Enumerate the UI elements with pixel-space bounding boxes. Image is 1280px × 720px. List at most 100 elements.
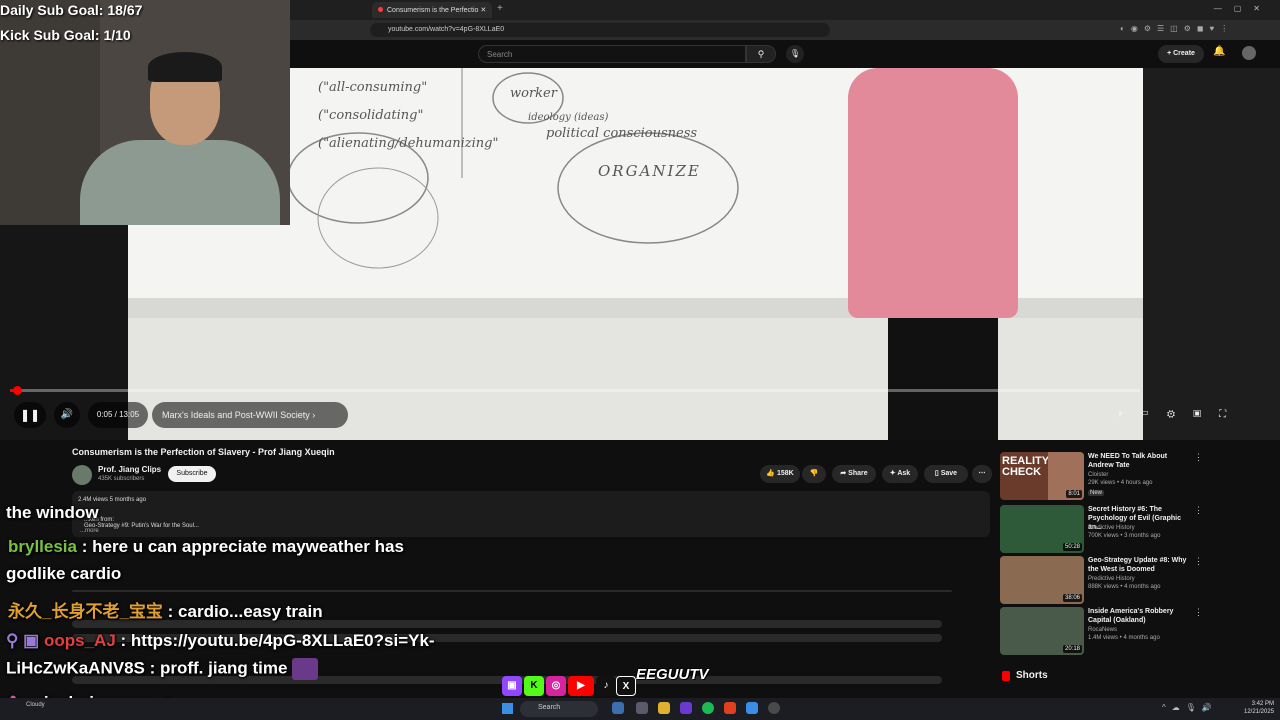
file-explorer-icon[interactable] [658, 702, 670, 714]
task-view-icon[interactable] [612, 702, 624, 714]
chat-line: godlike cardio [6, 564, 121, 584]
share-label: Share [848, 470, 868, 477]
description-box[interactable] [72, 491, 990, 537]
chat-line: LiHcZwKaANV8S : proff. jiang time [6, 658, 319, 680]
pause-button[interactable]: ❚❚ [14, 402, 46, 428]
url-field[interactable]: youtube.com/watch?v=4pG-8XLLaE0 [370, 23, 830, 37]
linked-video[interactable]: Geo-Strategy #9: Putin's War for the Sou… [84, 523, 199, 529]
playhead[interactable] [13, 386, 22, 395]
windows-start-icon[interactable] [502, 703, 513, 714]
recommendation-channel[interactable]: Cloister [1088, 472, 1108, 478]
youtube-header [290, 40, 1280, 68]
extensions-icon[interactable]: ◐◉⚙☰◫⚙◼♥⋮ [1120, 24, 1234, 33]
shorts-icon [1002, 671, 1010, 681]
recommendation-item[interactable]: 38:06 Geo-Strategy Update #8: Why the We… [1000, 556, 1203, 604]
chapter-button[interactable]: Marx's Ideals and Post-WWII Society › [152, 402, 348, 428]
player-right-controls[interactable]: ⏵▭⚙▣⛶ [1118, 402, 1268, 428]
chat-username: 永久_长身不老_宝宝 [8, 602, 163, 621]
whiteboard-text: ("all-consuming" [318, 80, 428, 95]
chat-message: : https://youtu.be/4pG-8XLLaE0?si=Yk- [120, 631, 435, 650]
browser-tab-active[interactable]: Consumerism is the Perfectio ✕ [372, 2, 492, 18]
save-button[interactable]: ▯ Save [924, 465, 968, 483]
ask-button[interactable]: ✦ Ask [882, 465, 918, 483]
recording-icon [378, 7, 383, 12]
video-thumbnail[interactable]: 38:06 [1000, 556, 1084, 604]
recommendation-meta: 700K views • 3 months ago [1088, 533, 1161, 539]
lecturer [848, 68, 1018, 318]
divider [72, 590, 952, 592]
recommendation-item[interactable]: 50:28 Secret History #6: The Psychology … [1000, 505, 1203, 553]
search-input[interactable]: Search [478, 45, 746, 63]
youtube-icon: ▶ [568, 676, 594, 696]
brave-icon[interactable] [724, 702, 736, 714]
bell-icon[interactable]: 🔔 [1213, 46, 1225, 57]
microphone-icon[interactable]: 🎙 [786, 45, 804, 63]
recommendation-meta: 1.4M views • 4 months ago [1088, 635, 1160, 641]
more-actions-icon[interactable]: ⋯ [972, 465, 992, 483]
search-icon[interactable]: ⚲ [746, 45, 776, 63]
taken-from-label: ...ken from: Geo-Strategy #9: Putin's War… [84, 517, 199, 529]
more-link[interactable]: ...more [80, 528, 99, 534]
progress-bar[interactable] [10, 389, 1140, 392]
taskbar-search[interactable]: Search [520, 701, 598, 717]
recommendation-title[interactable]: We NEED To Talk About Andrew Tate [1088, 452, 1188, 470]
save-label: Save [940, 470, 958, 477]
more-options-icon[interactable]: ⋮ [1194, 452, 1203, 463]
spotify-icon[interactable] [702, 702, 714, 714]
volume-icon[interactable]: 🔊 [54, 402, 80, 428]
tiktok-icon: ♪ [596, 676, 616, 696]
shorts-heading: Shorts [1016, 670, 1048, 681]
avatar[interactable] [1242, 46, 1256, 60]
share-button[interactable]: ➦ Share [832, 465, 876, 483]
clock-date: 12/21/2025 [1244, 709, 1275, 715]
chat-message: : here u can appreciate mayweather has [81, 537, 404, 556]
weather-widget[interactable]: Cloudy [26, 702, 45, 709]
more-options-icon[interactable]: ⋮ [1194, 505, 1203, 516]
app-icon[interactable] [746, 702, 758, 714]
channel-name[interactable]: Prof. Jiang Clips [98, 465, 161, 474]
video-thumbnail[interactable]: 20:18 [1000, 607, 1084, 655]
like-button[interactable]: 👍 158K [760, 465, 800, 483]
window-controls[interactable]: —▢✕ [1214, 4, 1272, 13]
instagram-icon: ◎ [546, 676, 566, 696]
video-thumbnail[interactable]: REALITY CHECK 8:01 [1000, 452, 1084, 500]
recommendation-title[interactable]: Inside America's Robbery Capital (Oaklan… [1088, 607, 1188, 625]
channel-avatar[interactable] [72, 465, 92, 485]
chat-message: the window [6, 503, 99, 522]
video-thumbnail[interactable]: 50:28 [1000, 505, 1084, 553]
lecturer-pants [888, 318, 998, 440]
new-tab-icon[interactable]: + [497, 3, 503, 14]
more-options-icon[interactable]: ⋮ [1194, 607, 1203, 618]
ask-label: Ask [897, 470, 911, 477]
player-right-letterbox [1143, 68, 1280, 440]
duration-badge: 50:28 [1062, 543, 1082, 551]
chat-message: LiHcZwKaANV8S : proff. jiang time [6, 658, 288, 678]
duration-badge: 20:18 [1062, 645, 1082, 653]
app-icon[interactable] [768, 702, 780, 714]
recommendation-item[interactable]: 20:18 Inside America's Robbery Capital (… [1000, 607, 1203, 655]
kick-sub-goal: Kick Sub Goal: 1/10 [0, 27, 131, 43]
system-tray-icon[interactable]: ^☁🎙🔊 [1162, 703, 1218, 712]
recommendation-title[interactable]: Geo-Strategy Update #8: Why the West is … [1088, 556, 1188, 574]
dislike-icon[interactable]: 👎 [802, 465, 826, 483]
badge-icon: ⚲ ▣ [6, 631, 40, 650]
chat-line: the window [6, 503, 99, 523]
recommendation-channel[interactable]: Predictive History [1088, 525, 1135, 531]
recommendation-channel[interactable]: Predictive History [1088, 576, 1135, 582]
create-button[interactable]: + Create [1158, 45, 1204, 63]
subscribe-button[interactable]: Subscribe [168, 466, 216, 482]
recommendation-channel[interactable]: RocaNews [1088, 627, 1117, 633]
like-count: 158K [776, 470, 794, 477]
chat-line: 永久_长身不老_宝宝 : cardio...easy train [8, 597, 323, 622]
streamer-logo: EEGUUTV [636, 666, 709, 683]
streamer-shirt [80, 140, 280, 225]
streamer-hair [148, 52, 222, 82]
recommendation-item[interactable]: REALITY CHECK 8:01 We NEED To Talk About… [1000, 452, 1203, 500]
more-options-icon[interactable]: ⋮ [1194, 556, 1203, 567]
video-title: Consumerism is the Perfection of Slavery… [72, 447, 335, 457]
chat-line: ⚲ ▣ oops_AJ : https://youtu.be/4pG-8XLLa… [6, 631, 435, 651]
app-icon[interactable] [636, 702, 648, 714]
clock-time: 3:42 PM [1251, 701, 1275, 707]
app-icon[interactable] [680, 702, 692, 714]
clock[interactable]: 3:42 PM 12/21/2025 [1244, 700, 1274, 716]
